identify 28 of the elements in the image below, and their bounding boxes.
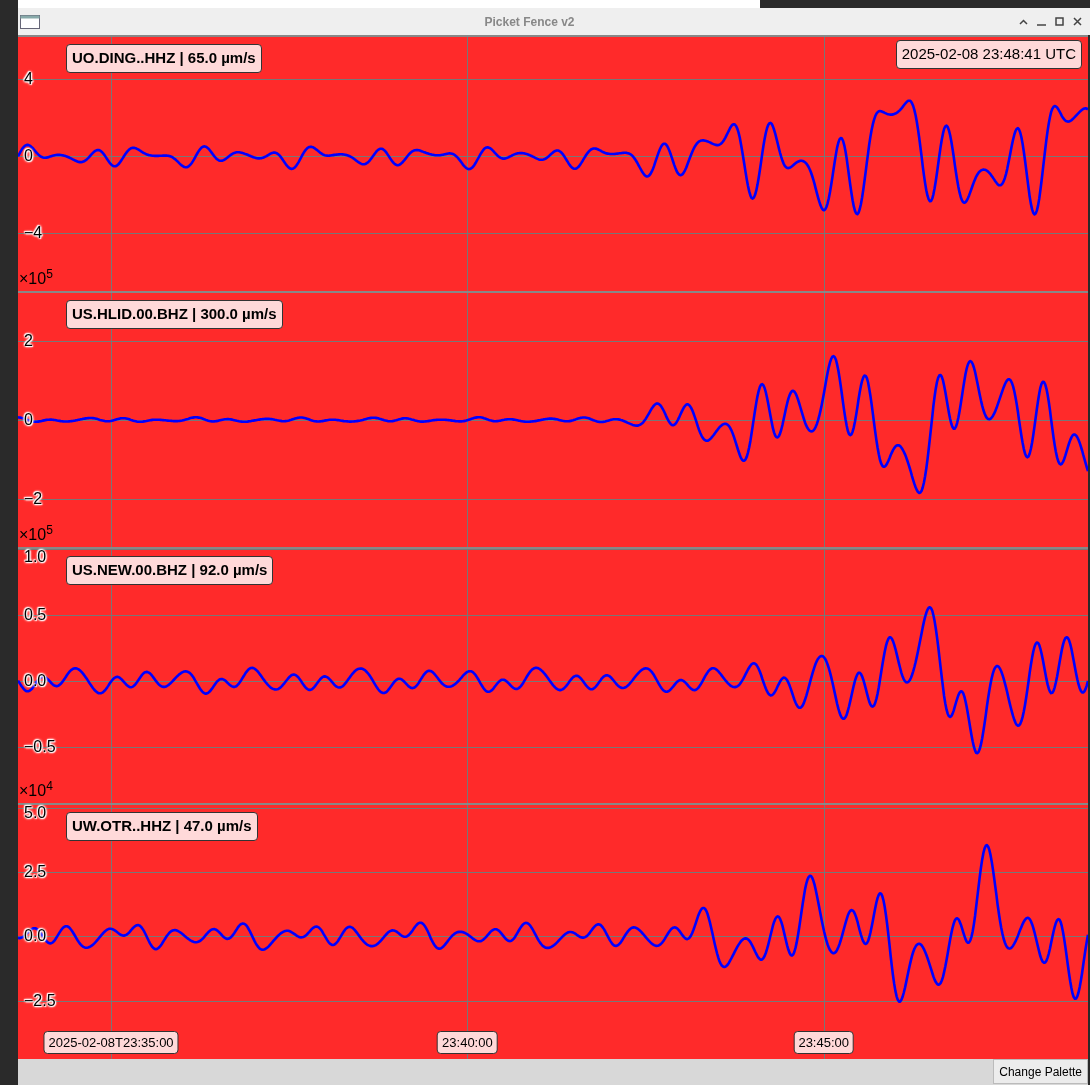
channel-label: UW.OTR..HHZ | 47.0 µm/s [66, 812, 258, 841]
y-tick-label: 2 [24, 333, 33, 350]
channel-label: US.NEW.00.BHZ | 92.0 µm/s [66, 556, 274, 585]
maximize-icon[interactable] [1055, 17, 1064, 26]
y-tick-label: −4 [24, 224, 43, 241]
axis-multiplier: ×10$^{5}$ [19, 527, 53, 543]
y-tick-label: 0 [24, 148, 33, 165]
y-tick-label: −2 [24, 490, 43, 507]
window-icon [20, 14, 40, 29]
y-tick-label: −0.5 [24, 739, 56, 756]
close-icon[interactable] [1073, 17, 1082, 26]
y-tick-label: 2.5 [24, 864, 47, 881]
time-axis-label: 2025-02-08T23:35:00 [43, 1030, 179, 1054]
y-tick-label: 0.5 [24, 607, 47, 624]
time-axis-label: 23:45:00 [793, 1030, 854, 1054]
chevron-up-icon[interactable] [1019, 18, 1028, 25]
y-tick-label: 1.0 [24, 549, 47, 565]
timestamp-label: 2025-02-08 23:48:41 UTC [895, 40, 1082, 69]
axis-multiplier: ×10$^{4}$ [19, 783, 53, 799]
channel-label: US.HLID.00.BHZ | 300.0 µm/s [66, 300, 283, 329]
y-tick-label: 4 [24, 70, 33, 87]
y-tick-label: 5.0 [24, 805, 47, 821]
change-palette-button[interactable]: Change Palette [993, 1059, 1088, 1084]
y-tick-label: −2.5 [24, 992, 56, 1009]
channel-label: UO.DING..HHZ | 65.0 µm/s [66, 44, 262, 73]
time-axis-label: 23:40:00 [437, 1030, 498, 1054]
window-title: Picket Fence v2 [483, 13, 576, 31]
axis-multiplier: ×10$^{5}$ [19, 271, 53, 287]
